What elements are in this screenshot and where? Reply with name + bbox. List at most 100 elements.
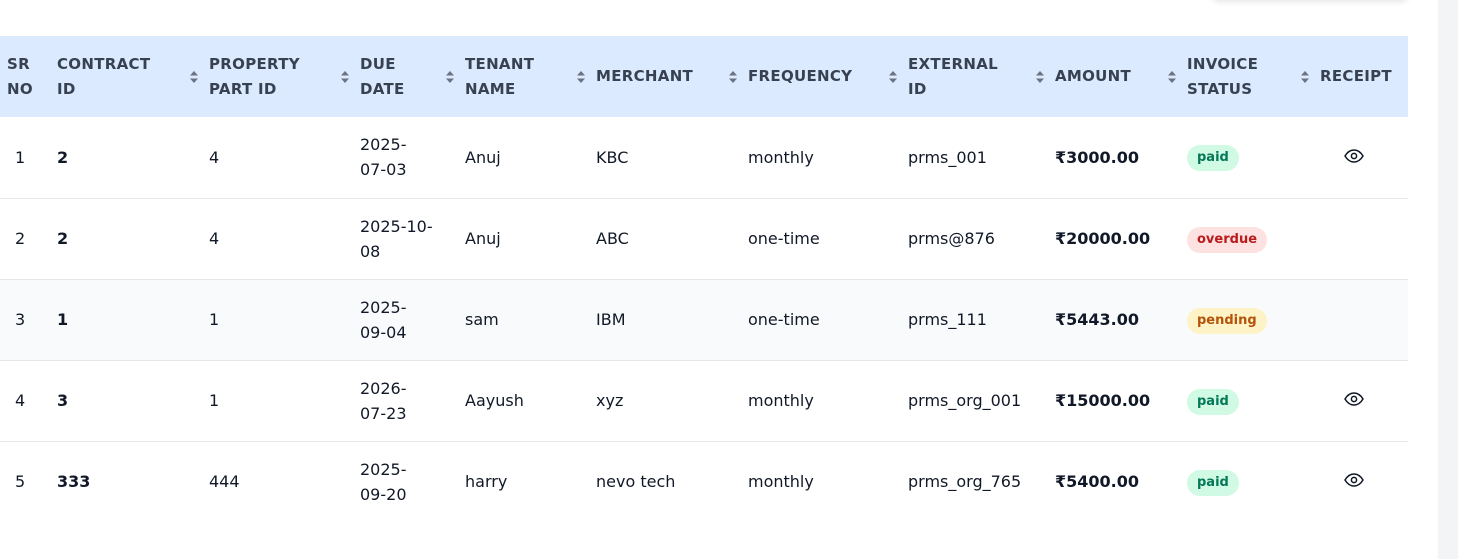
- header-label-line1: FREQUENCY: [748, 67, 853, 85]
- header-amount[interactable]: AMOUNT: [1055, 36, 1187, 117]
- due-date-line1: 2025-: [360, 297, 407, 317]
- cell-external-id: prms_111: [908, 310, 987, 329]
- header-label-line2: NAME: [465, 79, 516, 98]
- table-row: 2 2 4 2025-10- 08 Anuj ABC one-time prms@876 ₹200…: [0, 198, 1408, 279]
- cell-frequency: one-time: [748, 310, 820, 329]
- sort-arrows-icon[interactable]: [888, 70, 898, 84]
- header-tenant-name-content: TENANT NAME: [465, 52, 596, 102]
- header-label-line1: EXTERNAL: [908, 54, 998, 73]
- cell-due-date: 2025- 09-04: [360, 279, 465, 360]
- header-label-line2: PART ID: [209, 79, 277, 98]
- cell-property-part-id: 1: [209, 310, 220, 329]
- cell-sr-no: 4: [15, 391, 26, 410]
- cell-receipt: [1320, 441, 1408, 522]
- header-tenant-name[interactable]: TENANT NAME: [465, 36, 596, 117]
- header-frequency[interactable]: FREQUENCY: [748, 36, 908, 117]
- status-badge: pending: [1187, 307, 1267, 334]
- header-amount-content: AMOUNT: [1055, 64, 1187, 89]
- cell-tenant-name: Anuj: [465, 229, 501, 248]
- header-row: SR NO CONTRACT ID PROPERTY PART ID DUE DATE TENA…: [0, 36, 1408, 117]
- cell-invoice-status: paid: [1187, 441, 1320, 522]
- header-label-line1: AMOUNT: [1055, 67, 1132, 85]
- status-badge: overdue: [1187, 226, 1268, 253]
- cell-amount: ₹5443.00: [1055, 310, 1140, 329]
- cell-property-part-id: 4: [209, 147, 220, 167]
- status-badge: paid: [1187, 469, 1239, 496]
- header-contract-id[interactable]: CONTRACT ID: [57, 36, 209, 117]
- header-sr-no-content: SR NO: [7, 52, 57, 102]
- header-label: DUE DATE: [360, 52, 405, 102]
- cell-invoice-status: overdue: [1187, 198, 1320, 279]
- header-due-date[interactable]: DUE DATE: [360, 36, 465, 117]
- sort-arrows-icon[interactable]: [189, 70, 199, 84]
- cell-external-id: prms@876: [908, 229, 995, 248]
- table-body: 1 2 4 2025- 07-03 Anuj KBC monthly prms_001 ₹3000…: [0, 117, 1408, 522]
- header-property-part-id-content: PROPERTY PART ID: [209, 52, 360, 102]
- due-date-line1: 2026-: [360, 378, 407, 398]
- cell-tenant-name: sam: [465, 310, 499, 329]
- header-label-line2: NO: [7, 79, 33, 98]
- cell-contract-id: 333: [57, 472, 91, 492]
- header-label-line1: MERCHANT: [596, 67, 694, 85]
- header-external-id[interactable]: EXTERNAL ID: [908, 36, 1055, 117]
- cell-receipt: [1320, 279, 1408, 360]
- cell-frequency: monthly: [748, 391, 814, 410]
- cell-merchant: IBM: [596, 310, 626, 329]
- sort-arrows-icon[interactable]: [576, 70, 586, 84]
- eye-icon[interactable]: [1344, 473, 1364, 488]
- sort-arrows-icon[interactable]: [728, 70, 738, 84]
- cell-contract-id: 2: [57, 229, 69, 248]
- header-property-part-id[interactable]: PROPERTY PART ID: [209, 36, 360, 117]
- due-date-line2: 07-03: [360, 160, 407, 180]
- cell-property-part-id: 1: [209, 391, 220, 410]
- cell-invoice-status: paid: [1187, 360, 1320, 441]
- header-receipt: RECEIPT: [1320, 36, 1408, 117]
- due-date-line2: 08: [360, 241, 381, 261]
- cell-external-id: prms_org_765: [908, 472, 1022, 492]
- cell-due-date: 2026- 07-23: [360, 360, 465, 441]
- sort-arrows-icon[interactable]: [1300, 70, 1310, 84]
- header-label-line1: INVOICE: [1187, 54, 1259, 73]
- status-badge: paid: [1187, 145, 1239, 172]
- cell-receipt: [1320, 198, 1408, 279]
- header-label: INVOICE STATUS: [1187, 52, 1258, 102]
- header-label: MERCHANT: [596, 64, 693, 89]
- header-label-line1: TENANT: [465, 54, 535, 73]
- sort-arrows-icon[interactable]: [1035, 70, 1045, 84]
- cell-contract-id: 2: [57, 147, 69, 167]
- cell-receipt: [1320, 360, 1408, 441]
- header-external-id-content: EXTERNAL ID: [908, 52, 1055, 102]
- due-date-line1: 2025-10-: [360, 216, 433, 236]
- cell-property-part-id: 4: [209, 229, 220, 248]
- sort-arrows-icon[interactable]: [340, 70, 350, 84]
- page-scrollbar[interactable]: [1438, 0, 1458, 559]
- eye-icon[interactable]: [1344, 148, 1364, 163]
- sort-arrows-icon[interactable]: [1167, 70, 1177, 84]
- cell-due-date: 2025- 09-20: [360, 441, 465, 522]
- header-label: RECEIPT: [1320, 64, 1392, 89]
- due-date-line1: 2025-: [360, 459, 407, 479]
- sort-arrows-icon[interactable]: [445, 70, 455, 84]
- header-merchant-content: MERCHANT: [596, 64, 748, 89]
- invoices-table: SR NO CONTRACT ID PROPERTY PART ID DUE DATE TENA…: [0, 36, 1408, 522]
- header-invoice-status[interactable]: INVOICE STATUS: [1187, 36, 1320, 117]
- cell-merchant: ABC: [596, 229, 629, 248]
- header-label: PROPERTY PART ID: [209, 52, 300, 102]
- table-header: SR NO CONTRACT ID PROPERTY PART ID DUE DATE TENA…: [0, 36, 1408, 117]
- cell-sr-no: 1: [15, 147, 26, 167]
- cell-merchant: nevo tech: [596, 472, 676, 492]
- due-date-line1: 2025-: [360, 135, 407, 155]
- header-sr-no: SR NO: [0, 36, 57, 117]
- table-row: 1 2 4 2025- 07-03 Anuj KBC monthly prms_001 ₹3000…: [0, 117, 1408, 198]
- header-label-line2: ID: [908, 79, 927, 98]
- cell-frequency: one-time: [748, 229, 820, 248]
- eye-icon[interactable]: [1344, 392, 1364, 406]
- cell-tenant-name: Anuj: [465, 147, 501, 167]
- cell-amount: ₹20000.00: [1055, 229, 1151, 248]
- header-merchant[interactable]: MERCHANT: [596, 36, 748, 117]
- due-date-line2: 07-23: [360, 403, 407, 423]
- cell-frequency: monthly: [748, 472, 814, 492]
- cell-property-part-id: 444: [209, 472, 240, 492]
- header-label-line1: RECEIPT: [1320, 67, 1392, 85]
- cell-external-id: prms_001: [908, 147, 987, 167]
